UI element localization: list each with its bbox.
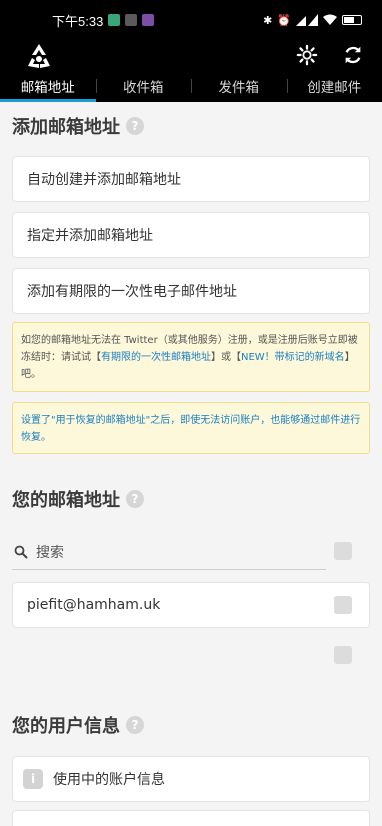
notification-icon: [125, 14, 138, 26]
help-icon[interactable]: ?: [126, 117, 144, 135]
status-bar: 下午5:33 ✱ ⏰: [0, 0, 382, 40]
help-icon[interactable]: ?: [126, 490, 144, 508]
recovery-notice: 设置了"用于恢复的邮箱地址"之后，即使无法访问账户，也能够通过邮件进行恢复。: [12, 402, 370, 454]
battery-icon: [342, 15, 362, 25]
search-input[interactable]: 搜索: [36, 542, 64, 562]
user-info-title: 您的用户信息: [12, 716, 120, 737]
status-icons: ✱ ⏰: [263, 14, 362, 27]
temporary-address-link[interactable]: 有期限的一次性邮箱地址: [101, 352, 211, 363]
status-time: 下午5:33: [52, 13, 104, 29]
search-icon: [14, 545, 28, 558]
user-info-heading: 您的用户信息 ?: [0, 710, 382, 740]
tab-addresses[interactable]: 邮箱地址: [0, 70, 96, 102]
tab-compose[interactable]: 创建邮件: [286, 70, 382, 102]
notice-text: 】或【: [211, 352, 241, 363]
add-temporary-address-button[interactable]: 添加有期限的一次性电子邮件地址: [12, 268, 370, 314]
twitter-notice: 如您的邮箱地址无法在 Twitter（或其他服务）注册，或是注册后账号立即被冻结…: [12, 322, 370, 392]
your-addresses-heading: 您的邮箱地址 ?: [0, 484, 382, 514]
bulk-action-checkbox[interactable]: [334, 646, 352, 664]
auto-create-address-button[interactable]: 自动创建并添加邮箱地址: [12, 156, 370, 202]
gear-icon[interactable]: [296, 44, 318, 66]
app-bar: [0, 40, 382, 70]
tab-bar: 邮箱地址 收件箱 发件箱 创建邮件: [0, 70, 382, 102]
tab-inbox[interactable]: 收件箱: [95, 70, 192, 102]
recycle-logo-icon: [28, 44, 50, 68]
recovery-notice-text[interactable]: 设置了"用于恢复的邮箱地址"之后，即使无法访问账户，也能够通过邮件进行恢复。: [21, 415, 360, 443]
alarm-icon: ⏰: [277, 13, 291, 27]
account-info-label: 使用中的账户信息: [53, 772, 165, 788]
next-list-item[interactable]: [12, 810, 370, 826]
specify-address-button[interactable]: 指定并添加邮箱地址: [12, 212, 370, 258]
email-checkbox[interactable]: [334, 596, 352, 614]
tab-outbox[interactable]: 发件箱: [191, 70, 287, 102]
email-list-item[interactable]: piefit@hamham.uk: [12, 582, 370, 628]
add-address-heading: 添加邮箱地址 ?: [0, 112, 382, 140]
new-domain-link[interactable]: NEW！带标记的新域名: [241, 352, 345, 363]
your-addresses-title: 您的邮箱地址: [12, 490, 120, 511]
info-icon: i: [23, 769, 43, 789]
select-all-checkbox[interactable]: [334, 542, 352, 560]
wifi-icon: [323, 14, 337, 25]
add-address-title: 添加邮箱地址: [12, 117, 120, 138]
notification-icon: [108, 14, 121, 26]
account-info-button[interactable]: i 使用中的账户信息: [12, 756, 370, 802]
email-address: piefit@hamham.uk: [27, 597, 161, 613]
notification-icon: [142, 14, 155, 26]
search-field[interactable]: 搜索: [12, 534, 326, 570]
refresh-icon[interactable]: [342, 44, 364, 66]
signal-icon: [296, 14, 318, 26]
help-icon[interactable]: ?: [126, 716, 144, 734]
bluetooth-icon: ✱: [263, 13, 273, 27]
